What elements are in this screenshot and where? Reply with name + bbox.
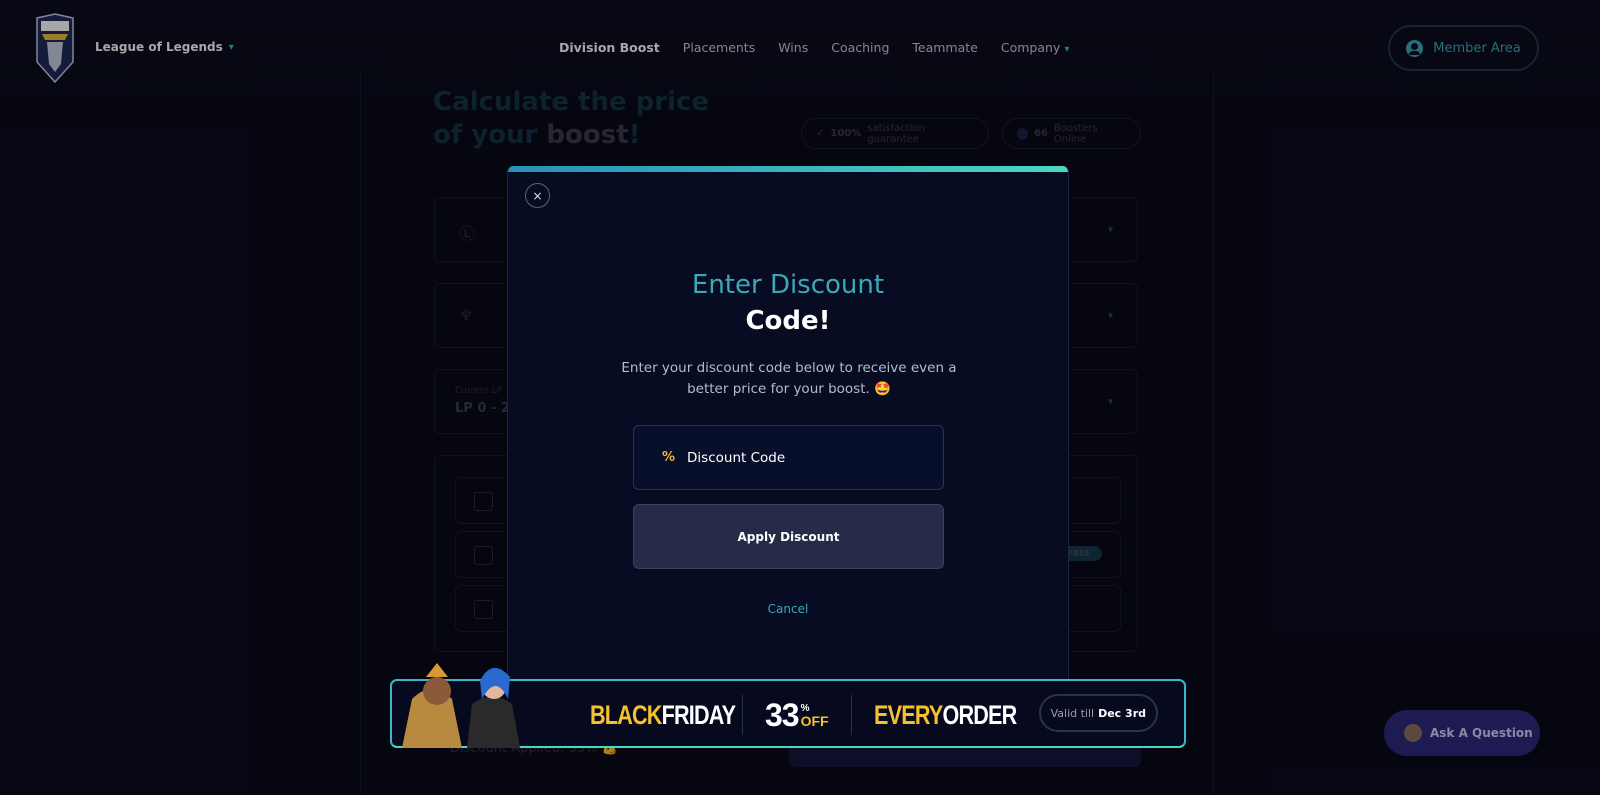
friday-word: FRIDAY (661, 699, 736, 730)
order-word: ORDER (942, 699, 1017, 730)
champions-artwork (402, 663, 520, 748)
cancel-link[interactable]: Cancel (508, 602, 1068, 616)
close-icon: × (532, 188, 543, 203)
ask-question-label: Ask A Question (1430, 726, 1533, 740)
discount-modal: × Enter Discount Code! Enter your discou… (507, 166, 1069, 696)
close-button[interactable]: × (525, 183, 550, 208)
discount-code-placeholder: Discount Code (687, 449, 786, 466)
black-friday-banner[interactable]: BLACKFRIDAY 33% OFF EVERYORDER Valid till… (390, 663, 1186, 748)
apply-discount-button[interactable]: Apply Discount (633, 504, 944, 569)
percent-value: 33 (765, 696, 800, 733)
valid-till-badge: Valid till Dec 3rd (1038, 694, 1158, 732)
modal-accent-bar (508, 166, 1068, 172)
support-avatar (1404, 724, 1422, 742)
every-order-text: EVERYORDER (873, 699, 1017, 731)
off-word: OFF (800, 713, 829, 729)
modal-title-line1: Enter Discount (691, 270, 885, 300)
discount-code-input[interactable]: % Discount Code (633, 425, 944, 490)
black-word: BLACK (590, 699, 662, 730)
valid-date: Dec 3rd (1098, 706, 1146, 720)
divider (742, 695, 743, 735)
every-word: EVERY (873, 699, 943, 730)
valid-prefix: Valid till (1050, 706, 1095, 720)
black-friday-text: BLACKFRIDAY (590, 699, 736, 731)
percent-icon: % (662, 450, 676, 465)
promo-content: BLACKFRIDAY 33% OFF EVERYORDER (590, 695, 1024, 735)
divider (850, 695, 852, 735)
modal-title-line2: Code! (745, 306, 831, 336)
discount-amount: 33% OFF (765, 697, 829, 734)
ask-question-button[interactable]: Ask A Question (1384, 710, 1540, 756)
modal-description: Enter your discount code below to receiv… (621, 360, 957, 397)
